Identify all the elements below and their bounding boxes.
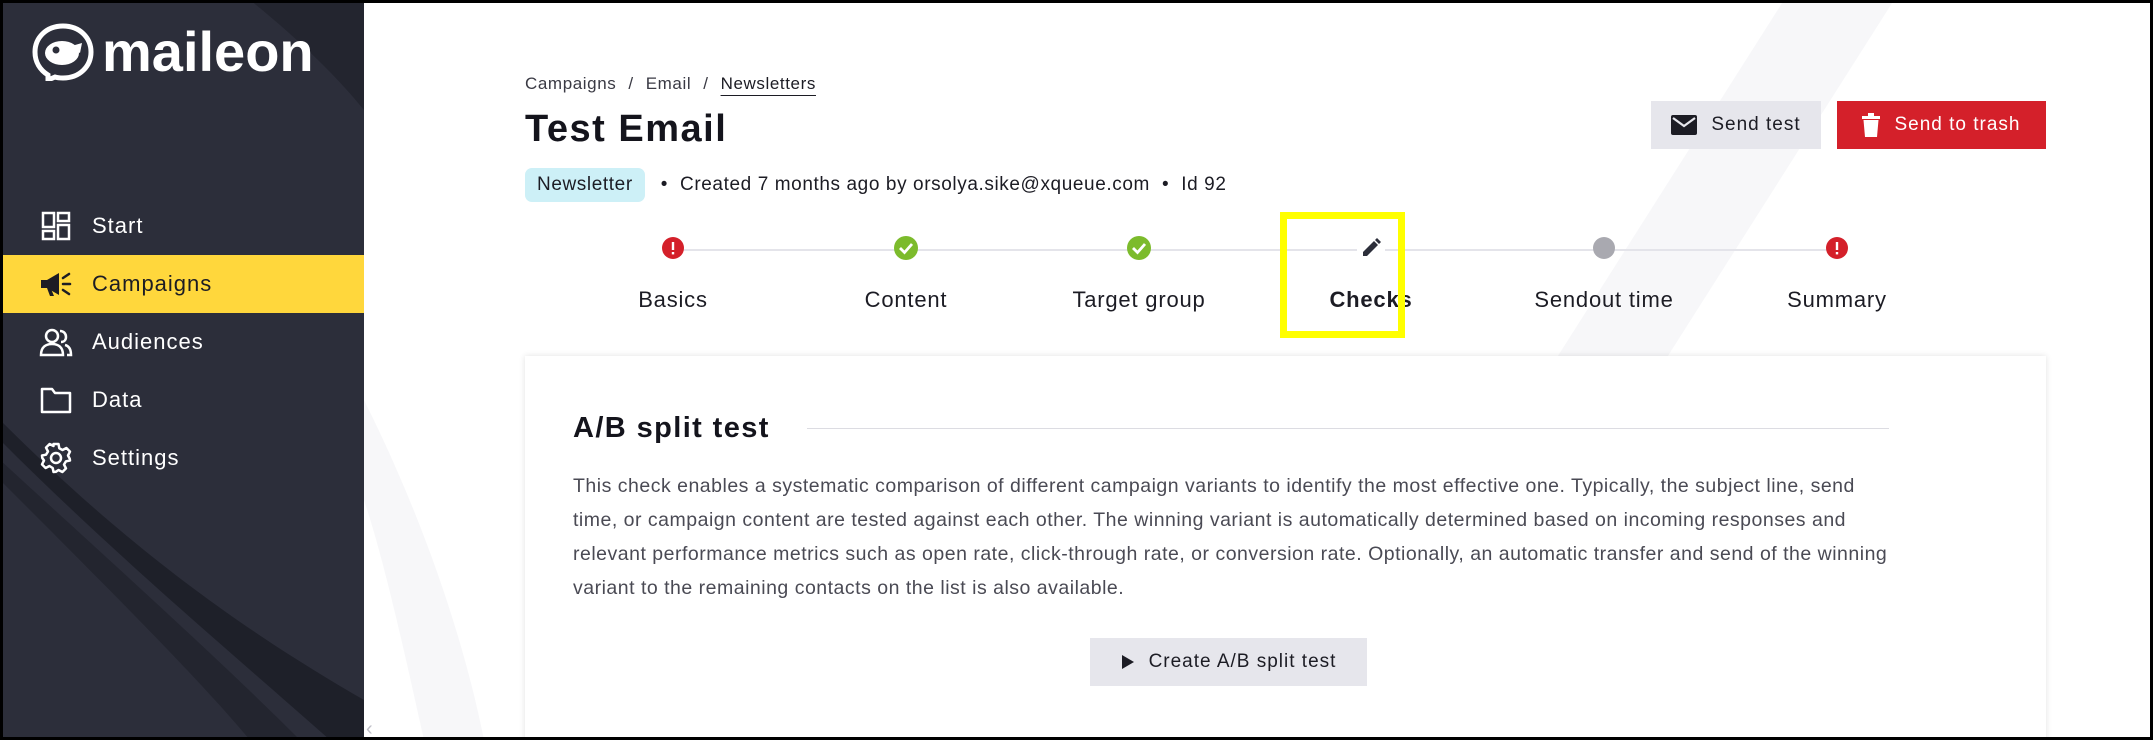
brand-name: maileon xyxy=(102,20,314,83)
sidebar: maileon Start Campaigns Audiences Data S… xyxy=(0,0,364,740)
play-icon xyxy=(1121,654,1135,670)
dashboard-icon xyxy=(38,208,74,244)
maileon-logo[interactable]: maileon xyxy=(32,22,314,82)
check-icon xyxy=(892,234,920,262)
pencil-icon xyxy=(1357,234,1385,262)
step-label: Summary xyxy=(1787,287,1887,312)
main-nav: Start Campaigns Audiences Data Settings xyxy=(0,197,364,487)
sidebar-item-audiences[interactable]: Audiences xyxy=(0,313,364,371)
error-icon xyxy=(1823,234,1851,262)
campaign-type-badge: Newsletter xyxy=(525,168,645,202)
send-to-trash-button[interactable]: Send to trash xyxy=(1837,101,2046,149)
mail-icon xyxy=(1671,115,1698,135)
breadcrumb-campaigns[interactable]: Campaigns xyxy=(525,74,616,94)
trash-icon xyxy=(1862,113,1881,137)
megaphone-icon xyxy=(38,266,74,302)
meta-separator: • xyxy=(1161,174,1170,195)
users-icon xyxy=(38,324,74,360)
step-label: Target group xyxy=(1072,287,1206,312)
maileon-chameleon-icon xyxy=(32,23,94,81)
send-test-label: Send test xyxy=(1711,114,1801,135)
check-icon xyxy=(1125,234,1153,262)
created-info: Created 7 months ago by orsolya.sike@xqu… xyxy=(680,174,1150,195)
step-sendout-time[interactable]: Sendout time xyxy=(1514,234,1694,313)
sidebar-item-label: Start xyxy=(92,213,144,238)
sidebar-item-label: Settings xyxy=(92,445,180,470)
campaign-meta: Newsletter • Created 7 months ago by ors… xyxy=(525,168,1227,202)
card-title: A/B split test xyxy=(573,412,770,444)
breadcrumb: Campaigns / Email / Newsletters xyxy=(525,74,816,94)
ab-split-test-card: A/B split test This check enables a syst… xyxy=(525,356,2046,740)
pending-dot-icon xyxy=(1590,234,1618,262)
step-label: Content xyxy=(864,287,948,312)
breadcrumb-email[interactable]: Email xyxy=(646,74,692,94)
sidebar-item-settings[interactable]: Settings xyxy=(0,429,364,487)
step-target-group[interactable]: Target group xyxy=(1049,234,1229,313)
create-ab-split-test-label: Create A/B split test xyxy=(1148,651,1337,672)
step-summary[interactable]: Summary xyxy=(1747,234,1927,313)
step-label: Checks xyxy=(1329,287,1413,312)
step-label: Basics xyxy=(638,287,708,312)
gear-icon xyxy=(38,440,74,476)
breadcrumb-separator: / xyxy=(628,74,634,93)
title-divider xyxy=(807,428,1889,429)
sidebar-item-data[interactable]: Data xyxy=(0,371,364,429)
sidebar-item-start[interactable]: Start xyxy=(0,197,364,255)
breadcrumb-newsletters[interactable]: Newsletters xyxy=(721,74,816,94)
step-basics[interactable]: Basics xyxy=(583,234,763,313)
folder-icon xyxy=(38,382,74,418)
breadcrumb-separator: / xyxy=(703,74,709,93)
main-content: Campaigns / Email / Newsletters Test Ema… xyxy=(364,0,2153,740)
step-content[interactable]: Content xyxy=(816,234,996,313)
campaign-id: Id 92 xyxy=(1181,174,1227,195)
card-description: This check enables a systematic comparis… xyxy=(573,475,1888,599)
page-title: Test Email xyxy=(525,108,728,150)
step-checks[interactable]: Checks xyxy=(1281,234,1461,313)
step-label: Sendout time xyxy=(1534,287,1674,312)
send-test-button[interactable]: Send test xyxy=(1651,101,1821,149)
send-to-trash-label: Send to trash xyxy=(1894,114,2021,135)
meta-separator: • xyxy=(660,174,669,195)
sidebar-item-campaigns[interactable]: Campaigns xyxy=(0,255,364,313)
error-icon xyxy=(659,234,687,262)
sidebar-item-label: Data xyxy=(92,387,143,412)
create-ab-split-test-button[interactable]: Create A/B split test xyxy=(1090,638,1367,686)
sidebar-item-label: Campaigns xyxy=(92,271,213,296)
sidebar-item-label: Audiences xyxy=(92,329,204,354)
